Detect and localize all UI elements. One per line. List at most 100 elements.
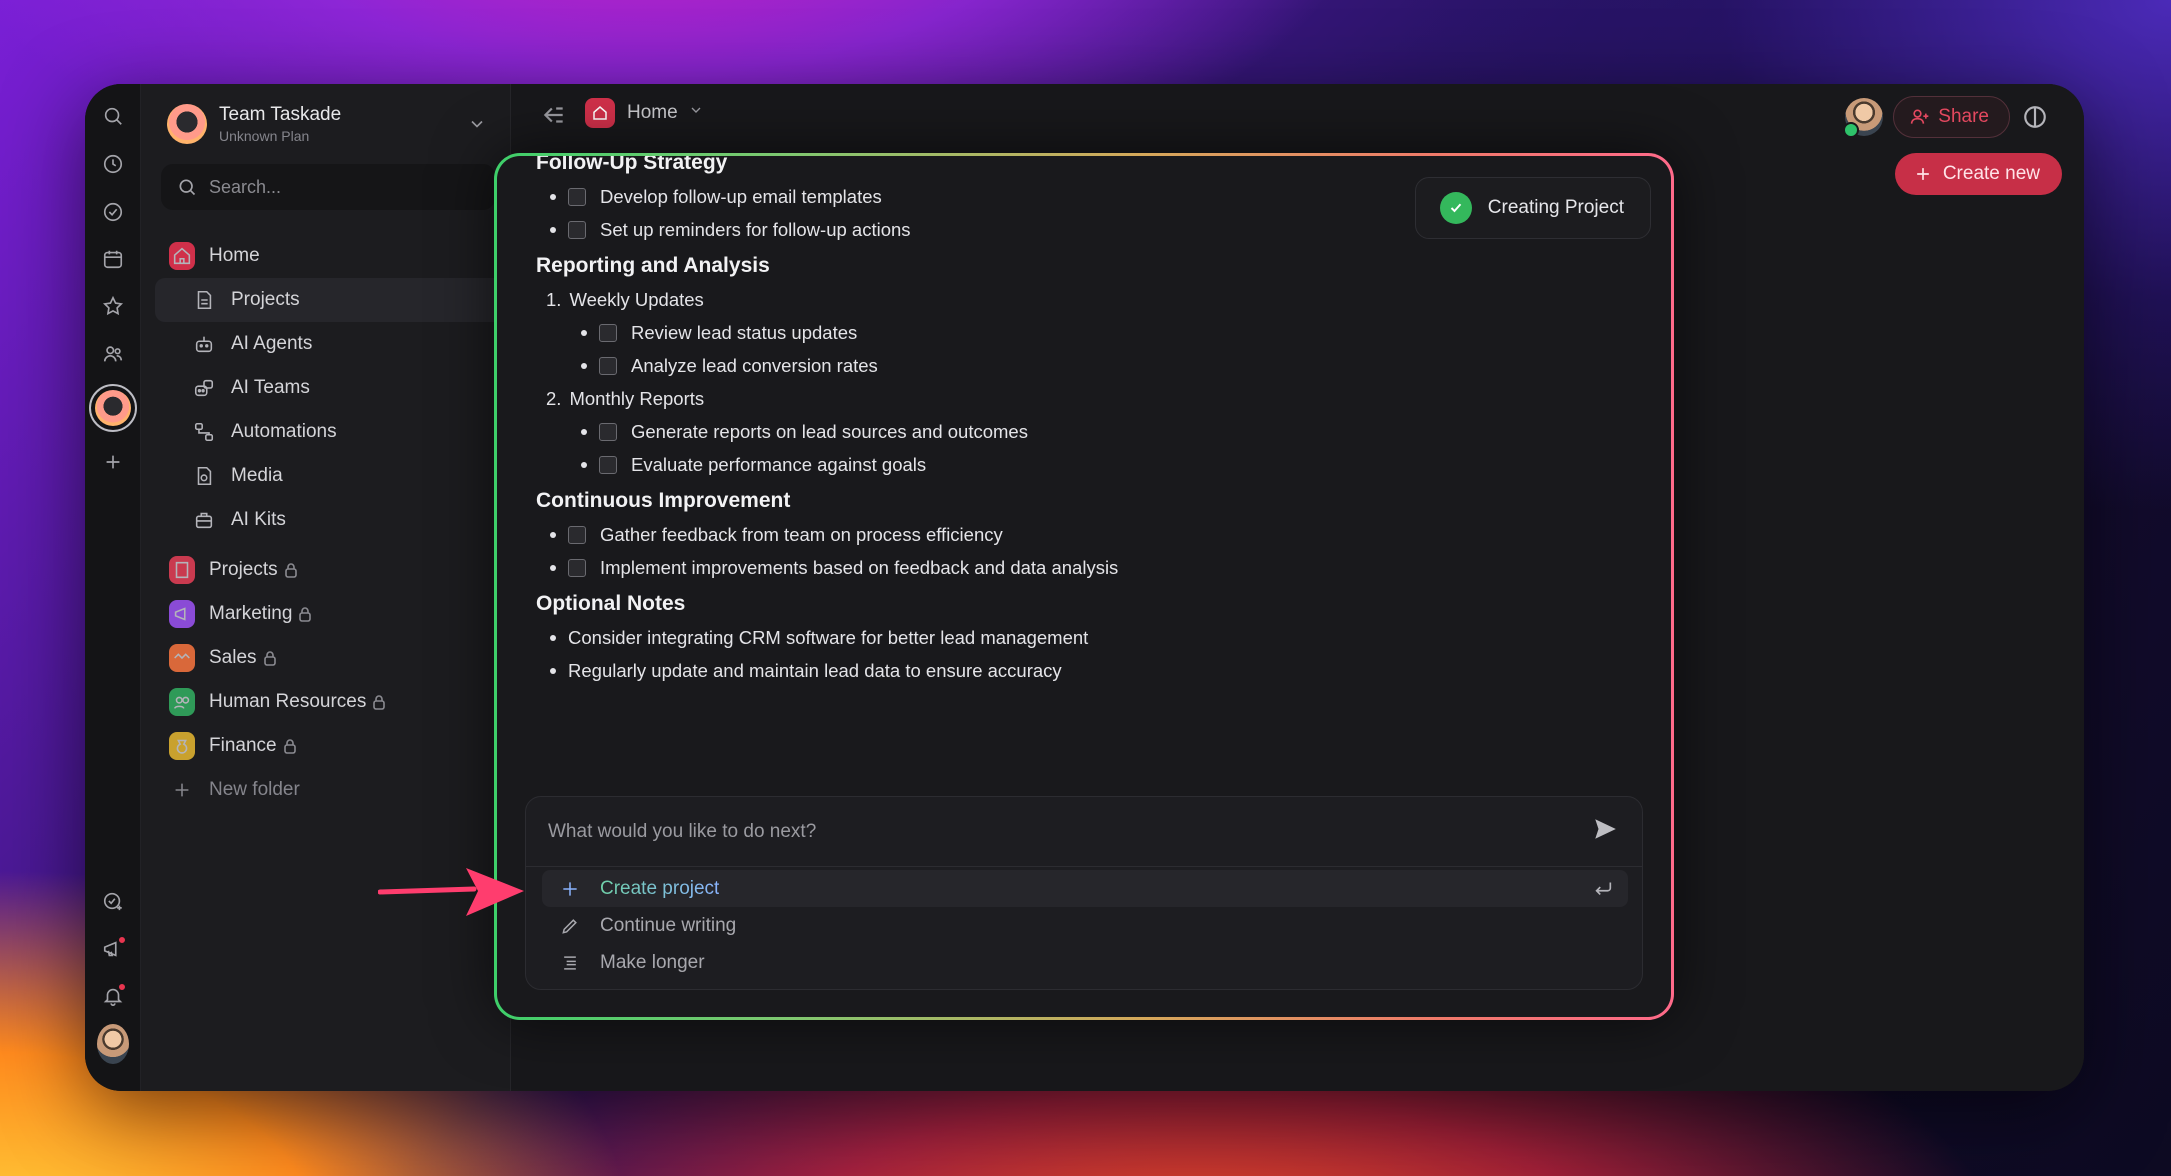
create-new-label: Create new <box>1942 163 2040 184</box>
prompt-input[interactable]: What would you like to do next? <box>526 797 1642 867</box>
sidebar-folder-finance[interactable]: Finance <box>155 724 505 768</box>
task-checkbox[interactable] <box>599 422 617 441</box>
sidebar-item-ai-kits[interactable]: AI Kits <box>155 498 505 542</box>
task-checkbox[interactable] <box>599 356 617 375</box>
kit-icon <box>191 507 217 533</box>
list-item-text: Gather feedback from team on process eff… <box>600 523 1003 545</box>
list-item: Implement improvements based on feedback… <box>536 551 1536 584</box>
numbered-item: 2. Monthly Reports <box>536 382 1536 415</box>
folder-icon <box>169 732 195 760</box>
sidebar-folder-sales[interactable]: Sales <box>155 636 505 680</box>
suggestion-label: Continue writing <box>600 914 737 936</box>
app-window: Team Taskade Unknown Plan Search... Home… <box>85 84 2084 1091</box>
collapse-sidebar-icon[interactable] <box>541 102 567 128</box>
share-label: Share <box>1938 106 1989 127</box>
list-item: Regularly update and maintain lead data … <box>536 654 1536 687</box>
add-workspace-icon[interactable] <box>97 446 129 478</box>
search-icon[interactable] <box>97 100 129 132</box>
collaborator-avatar[interactable] <box>1843 98 1884 138</box>
bullet <box>550 193 556 200</box>
breadcrumb-label: Home <box>627 102 678 123</box>
suggestion-continue-writing[interactable]: Continue writing <box>542 907 1628 944</box>
task-checkbox[interactable] <box>599 455 617 474</box>
flow-icon <box>191 419 217 445</box>
workspace-switcher[interactable]: Team Taskade Unknown Plan <box>167 98 487 150</box>
plus-icon <box>558 877 582 901</box>
prompt-placeholder: What would you like to do next? <box>548 820 817 842</box>
doc-heading: Optional Notes <box>536 592 686 615</box>
user-avatar-icon <box>97 1024 129 1064</box>
task-checkbox[interactable] <box>599 323 617 342</box>
sidebar-item-ai-teams[interactable]: AI Teams <box>155 366 505 410</box>
task-checkbox[interactable] <box>568 525 586 544</box>
document-icon <box>191 287 217 313</box>
suggestion-make-longer[interactable]: Make longer <box>542 944 1628 981</box>
sidebar-item-label: AI Agents <box>231 333 313 354</box>
suggestion-label: Make longer <box>600 951 705 973</box>
list-item-text: Regularly update and maintain lead data … <box>568 659 1062 681</box>
add-task-icon[interactable] <box>97 885 129 917</box>
suggestion-label: Create project <box>600 877 720 899</box>
home-icon <box>169 242 195 270</box>
sidebar-folder-human-resources[interactable]: Human Resources <box>155 680 505 724</box>
list-number: 1. <box>546 288 562 310</box>
pointer-arrow-icon <box>378 868 524 916</box>
bullet <box>550 667 556 674</box>
sidebar-item-automations[interactable]: Automations <box>155 410 505 454</box>
sidebar-item-label: Projects <box>231 289 300 310</box>
sidebar-folder-projects[interactable]: Projects <box>155 548 505 592</box>
folder-icon <box>169 688 195 716</box>
sidebar-item-home[interactable]: Home <box>155 234 505 278</box>
lock-icon <box>283 738 297 754</box>
sidebar: Team Taskade Unknown Plan Search... Home… <box>141 84 511 1091</box>
chevron-down-icon[interactable] <box>467 114 487 134</box>
team-name: Team Taskade <box>219 104 342 125</box>
list-number: 2. <box>546 387 562 409</box>
status-label: Creating Project <box>1487 197 1624 218</box>
list-item-text: Set up reminders for follow-up actions <box>600 218 911 240</box>
send-icon[interactable] <box>1592 816 1618 848</box>
home-icon <box>585 98 615 128</box>
sidebar-item-media[interactable]: Media <box>155 454 505 498</box>
bell-icon[interactable] <box>97 980 129 1012</box>
prompt-panel: What would you like to do next? Create p… <box>525 796 1643 990</box>
status-badge: Creating Project <box>1414 177 1651 239</box>
lock-icon <box>284 562 298 578</box>
add-person-icon <box>1911 109 1929 124</box>
sidebar-item-ai-agents[interactable]: AI Agents <box>155 322 505 366</box>
breadcrumb[interactable]: Home <box>585 98 704 128</box>
check-circle-icon[interactable] <box>97 196 129 228</box>
list-item: Consider integrating CRM software for be… <box>536 621 1536 654</box>
doc-heading: Reporting and Analysis <box>536 254 770 277</box>
notification-dot <box>117 982 127 992</box>
doc-heading: Follow-Up Strategy <box>536 156 728 174</box>
sidebar-item-label: Marketing <box>209 603 293 624</box>
search-input[interactable]: Search... <box>161 164 495 210</box>
megaphone-icon[interactable] <box>97 933 129 965</box>
sidebar-folder-marketing[interactable]: Marketing <box>155 592 505 636</box>
task-checkbox[interactable] <box>568 220 586 239</box>
generated-document: Follow-Up Strategy Develop follow-up ema… <box>536 156 1536 687</box>
sidebar-item-projects[interactable]: Projects <box>155 278 505 322</box>
bullet <box>550 634 556 641</box>
create-new-button[interactable]: Create new <box>1894 153 2062 195</box>
calendar-icon[interactable] <box>97 243 129 275</box>
clock-icon[interactable] <box>97 148 129 180</box>
new-folder-button[interactable]: New folder <box>155 768 505 812</box>
team-workspace-avatar[interactable] <box>89 384 137 432</box>
side-panel-icon[interactable] <box>2022 104 2048 130</box>
task-checkbox[interactable] <box>568 187 586 206</box>
pencil-icon <box>558 914 582 938</box>
sidebar-item-label: Finance <box>209 735 277 756</box>
robot-team-icon <box>191 375 217 401</box>
people-icon[interactable] <box>97 338 129 370</box>
user-avatar[interactable] <box>97 1024 129 1064</box>
share-button[interactable]: Share <box>1893 96 2010 138</box>
star-icon[interactable] <box>97 290 129 322</box>
suggestion-create-project[interactable]: Create project <box>542 870 1628 907</box>
bullet <box>581 362 587 369</box>
numbered-item: 1. Weekly Updates <box>536 283 1536 316</box>
task-checkbox[interactable] <box>568 558 586 577</box>
folder-icon <box>169 600 195 628</box>
list-item-text: Consider integrating CRM software for be… <box>568 626 1089 648</box>
